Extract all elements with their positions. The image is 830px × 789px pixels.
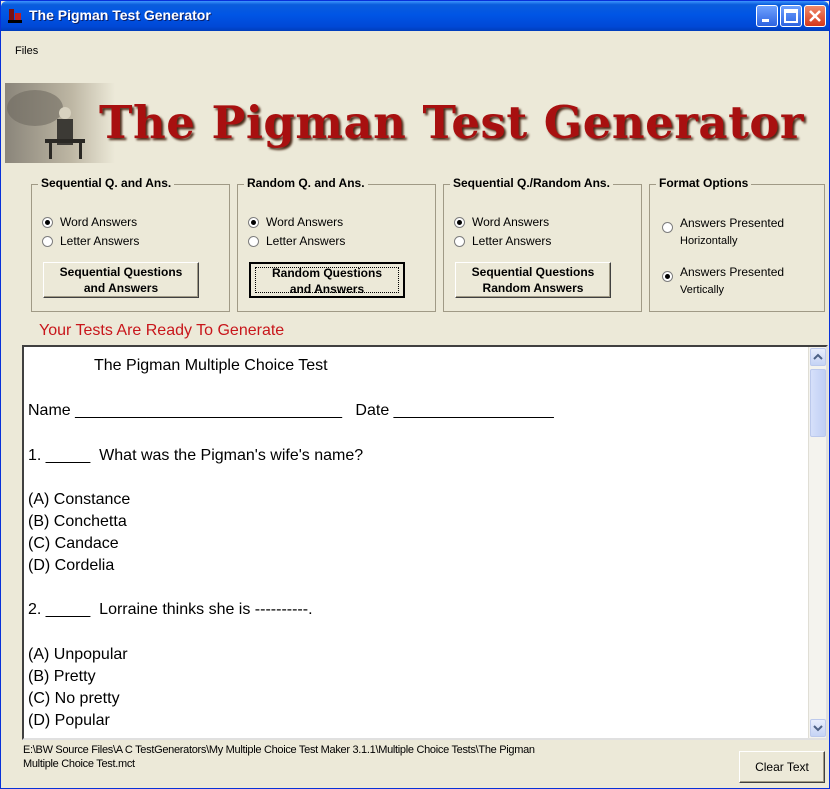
radio-word-answers[interactable]: Word Answers xyxy=(42,215,137,229)
radio-button[interactable] xyxy=(248,235,259,247)
banner-title: The Pigman Test Generator xyxy=(99,96,805,149)
radio-word-answers[interactable]: Word Answers xyxy=(248,215,343,229)
minimize-icon xyxy=(762,19,769,22)
radio-button[interactable] xyxy=(454,216,465,228)
answer-line: (D) Cordelia xyxy=(28,557,115,574)
radio-label-line1: Answers Presented xyxy=(680,265,785,279)
radio-button[interactable] xyxy=(248,216,259,228)
radio-label-line2: Horizontally xyxy=(680,235,738,247)
radio-button[interactable] xyxy=(662,222,673,233)
status-message: Your Tests Are Ready To Generate xyxy=(39,322,285,339)
clear-text-button[interactable]: Clear Text xyxy=(739,751,825,783)
radio-horizontal[interactable]: Answers Presented Horizontally xyxy=(662,215,784,250)
group-title: Random Q. and Ans. xyxy=(244,176,368,190)
window-title: The Pigman Test Generator xyxy=(29,7,211,23)
radio-label: Letter Answers xyxy=(60,234,140,248)
radio-letter-answers[interactable]: Letter Answers xyxy=(42,234,139,248)
radio-button[interactable] xyxy=(42,235,53,247)
radio-label-line2: Vertically xyxy=(680,284,725,296)
minimize-button[interactable] xyxy=(756,5,778,27)
maximize-icon xyxy=(784,9,798,23)
question-1: 1. _____ What was the Pigman's wife's na… xyxy=(28,447,364,464)
answer-line: (B) Pretty xyxy=(28,668,96,685)
button-label: Random Questions and Answers xyxy=(271,266,382,296)
radio-word-answers[interactable]: Word Answers xyxy=(454,215,549,229)
answer-line: (A) Unpopular xyxy=(28,646,128,663)
vertical-scrollbar[interactable] xyxy=(808,347,826,738)
radio-label: Word Answers xyxy=(266,215,344,229)
answer-line: (D) Popular xyxy=(28,712,110,729)
answer-line: (C) Candace xyxy=(28,535,119,552)
answer-line: (B) Conchetta xyxy=(28,513,127,530)
group-title: Sequential Q. and Ans. xyxy=(38,176,175,190)
app-window: The Pigman Test Generator Files The Pigm… xyxy=(0,0,830,789)
group-sequential: Sequential Q. and Ans. Word Answers Lett… xyxy=(31,176,230,312)
close-icon xyxy=(809,10,821,22)
radio-label: Answers Presented Vertically xyxy=(680,264,784,299)
file-path: E:\BW Source Files\A C TestGenerators\My… xyxy=(23,743,723,771)
answer-line: (A) Constance xyxy=(28,491,131,508)
scroll-up-button[interactable] xyxy=(810,348,826,366)
group-format-options: Format Options Answers Presented Horizon… xyxy=(649,176,825,312)
document-heading: The Pigman Multiple Choice Test xyxy=(94,357,328,374)
sequential-random-button[interactable]: Sequential Questions Random Answers xyxy=(455,262,611,298)
button-label: Sequential Questions Random Answers xyxy=(471,265,595,295)
answer-line: (C) No pretty xyxy=(28,690,120,707)
random-questions-button[interactable]: Random Questions and Answers xyxy=(249,262,405,298)
button-label: Sequential Questions and Answers xyxy=(59,265,183,295)
app-icon xyxy=(8,9,22,23)
title-bar[interactable]: The Pigman Test Generator xyxy=(1,1,829,31)
radio-button[interactable] xyxy=(42,216,53,228)
radio-label: Answers Presented Horizontally xyxy=(680,215,784,250)
file-path-line1: E:\BW Source Files\A C TestGenerators\My… xyxy=(23,744,535,756)
menu-files[interactable]: Files xyxy=(15,45,38,57)
radio-label: Word Answers xyxy=(60,215,138,229)
group-title: Format Options xyxy=(656,176,752,190)
radio-label-line1: Answers Presented xyxy=(680,216,785,230)
radio-letter-answers[interactable]: Letter Answers xyxy=(454,234,551,248)
test-text-area[interactable]: The Pigman Multiple Choice Test Name ___… xyxy=(22,345,828,740)
menu-bar: Files xyxy=(1,31,829,59)
radio-button[interactable] xyxy=(662,271,673,282)
sequential-questions-button[interactable]: Sequential Questions and Answers xyxy=(43,262,199,298)
radio-button[interactable] xyxy=(454,235,465,247)
group-sequential-random: Sequential Q./Random Ans. Word Answers L… xyxy=(443,176,642,312)
scroll-thumb[interactable] xyxy=(810,369,826,437)
radio-label: Letter Answers xyxy=(266,234,346,248)
chevron-up-icon xyxy=(813,353,823,360)
close-button[interactable] xyxy=(804,5,826,27)
radio-vertical[interactable]: Answers Presented Vertically xyxy=(662,264,784,299)
file-path-line2: Multiple Choice Test.mct xyxy=(23,758,135,770)
radio-label: Letter Answers xyxy=(472,234,552,248)
name-date-line: Name ______________________________ Date… xyxy=(28,402,554,419)
scroll-down-button[interactable] xyxy=(810,719,826,737)
question-2: 2. _____ Lorraine thinks she is --------… xyxy=(28,601,313,618)
radio-label: Word Answers xyxy=(472,215,550,229)
group-title: Sequential Q./Random Ans. xyxy=(450,176,613,190)
maximize-button[interactable] xyxy=(780,5,802,27)
chevron-down-icon xyxy=(813,725,823,732)
group-random: Random Q. and Ans. Word Answers Letter A… xyxy=(237,176,436,312)
radio-letter-answers[interactable]: Letter Answers xyxy=(248,234,345,248)
